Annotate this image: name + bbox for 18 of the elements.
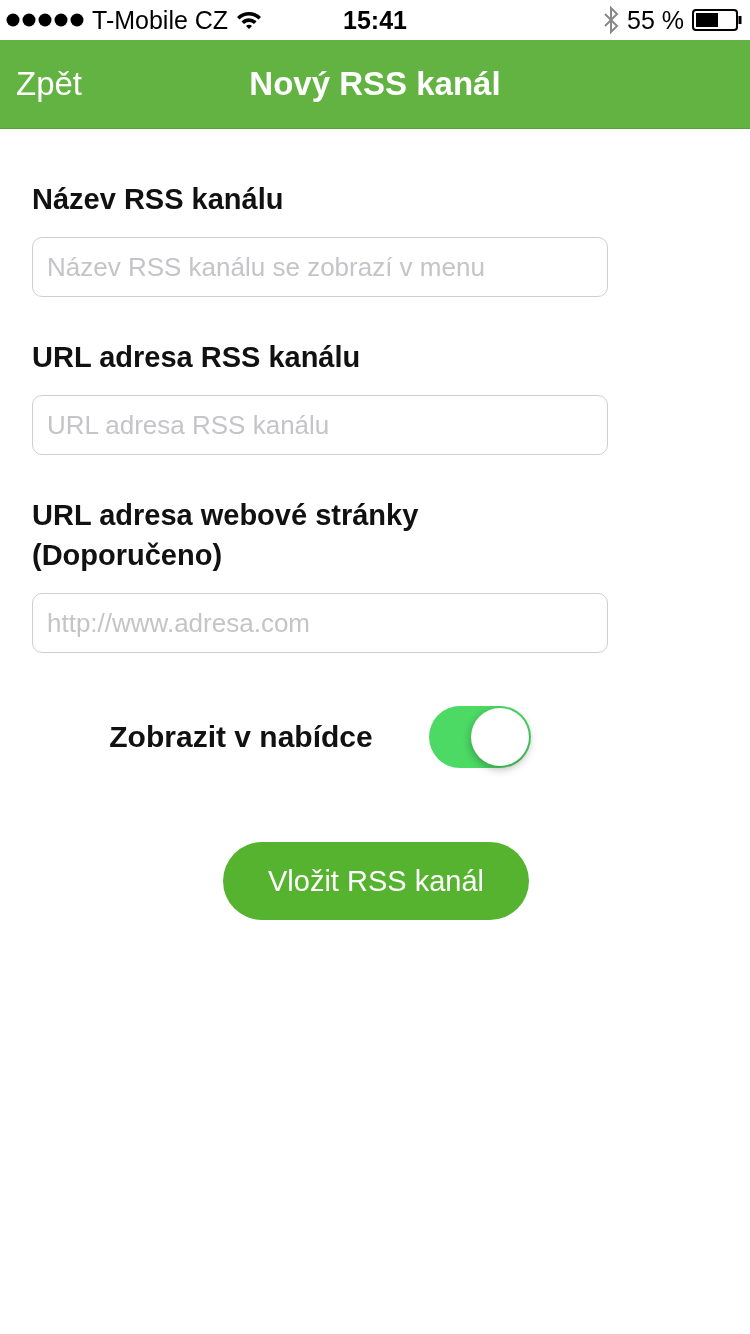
screen-title: Nový RSS kanál [249, 65, 501, 103]
carrier-name: T-Mobile CZ [92, 5, 229, 35]
submit-button[interactable]: Vložit RSS kanál [223, 842, 529, 920]
text-field[interactable]: http://www.adresa.com [32, 593, 608, 653]
battery-icon [692, 9, 742, 31]
status-time: 15:41 [343, 5, 407, 35]
back-link[interactable]: Zpět [16, 65, 83, 103]
field-label: URL adresa RSS kanálu [32, 340, 362, 375]
text-field[interactable]: Název RSS kanálu se zobrazí v menu [32, 237, 608, 297]
toggle-switch[interactable] [428, 706, 531, 768]
battery-percent: 55 % [627, 5, 684, 35]
field-label: Název RSS kanálu [32, 182, 285, 217]
wifi-icon [236, 10, 263, 30]
text-field[interactable]: URL adresa RSS kanálu [32, 395, 608, 455]
field-label: URL adresa webové stránky (Doporučeno) [32, 498, 420, 573]
toggle-label: Zobrazit v nabídce [109, 720, 373, 754]
bluetooth-icon [603, 6, 619, 34]
signal-icon [6, 13, 84, 27]
